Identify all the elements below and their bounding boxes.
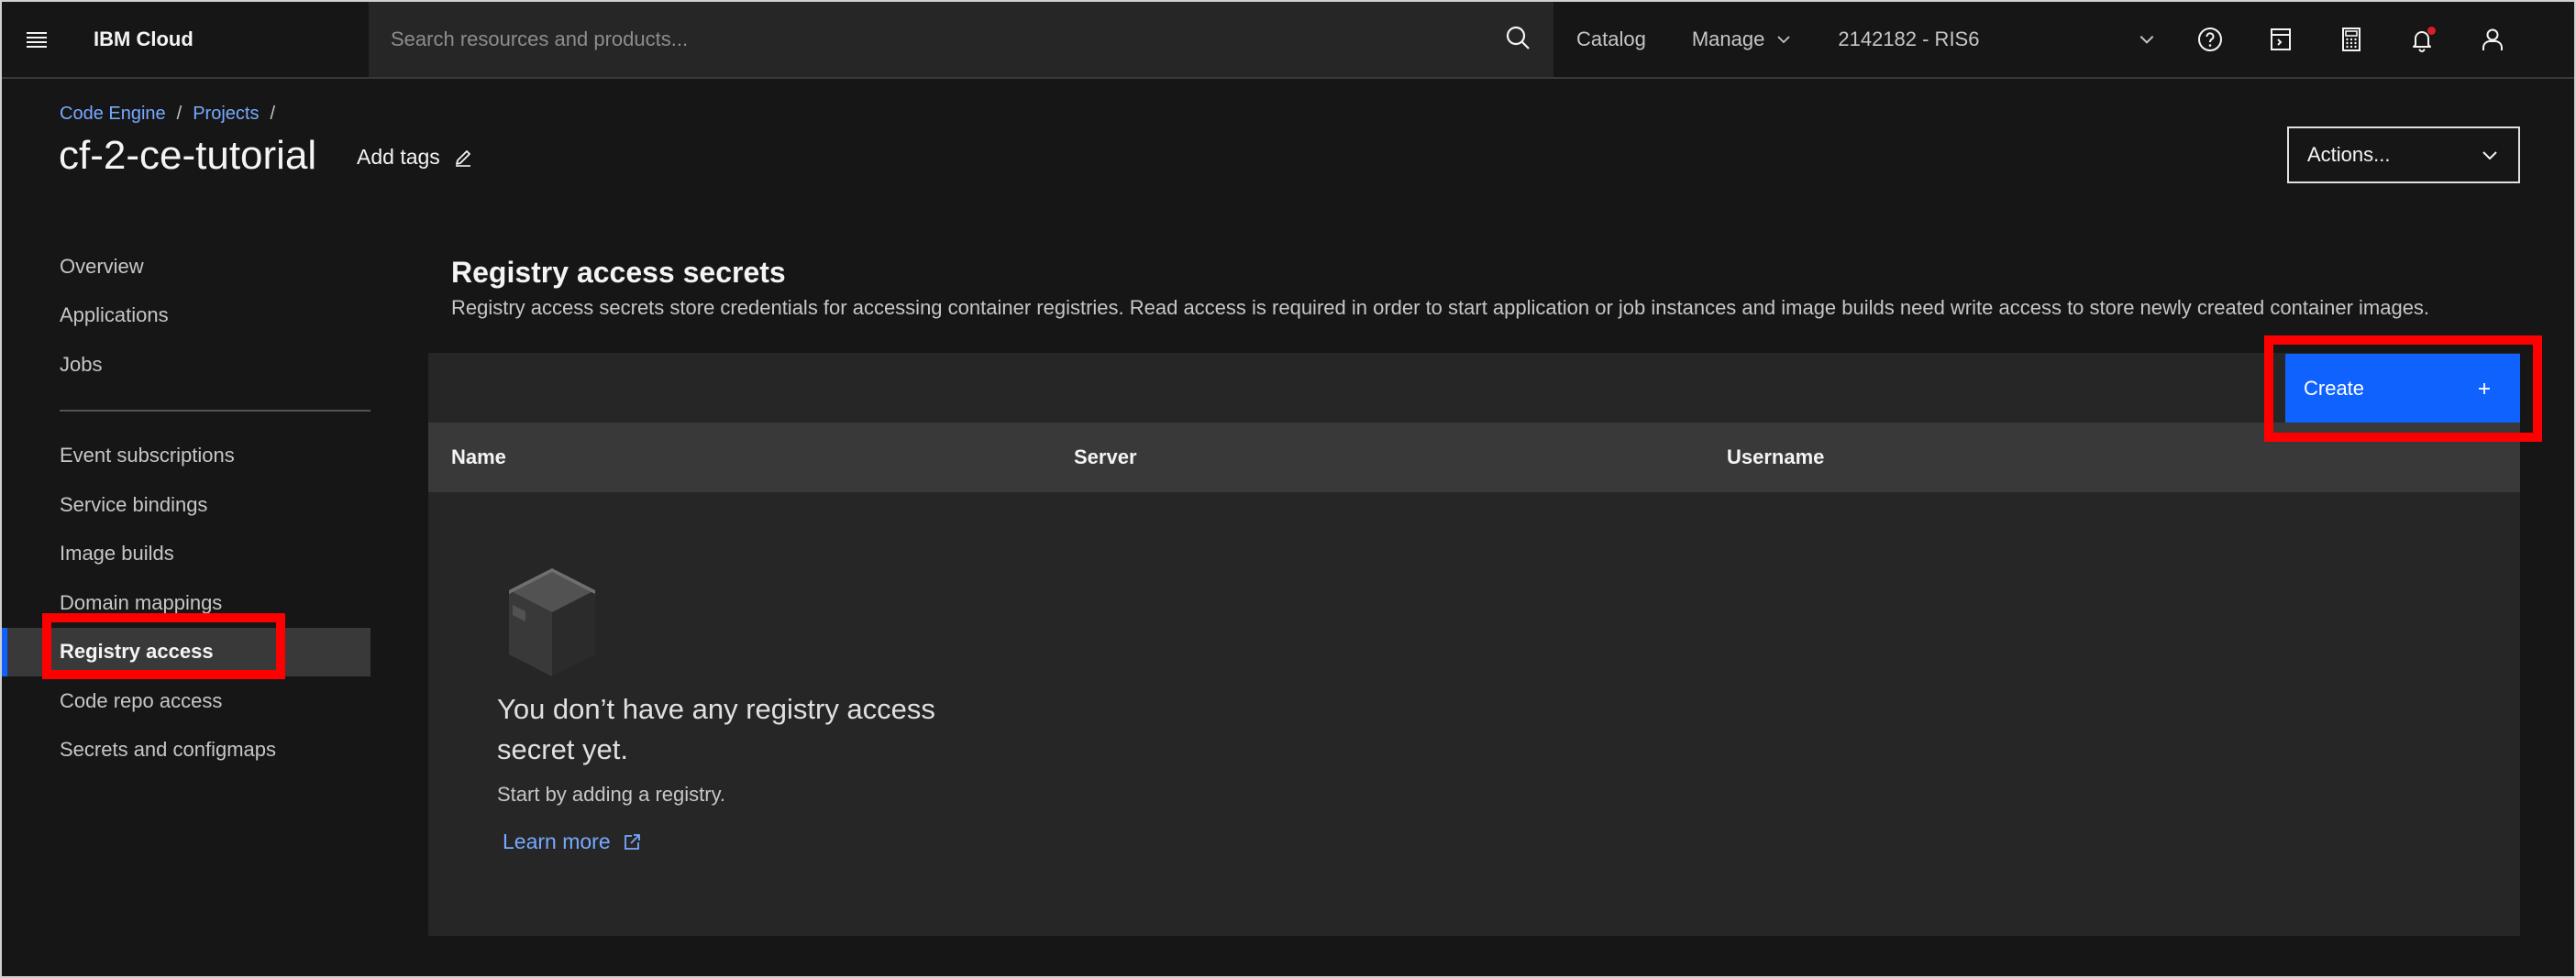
add-tags-button[interactable]: Add tags (357, 145, 473, 170)
sidebar-item-image-builds[interactable]: Image builds (2, 530, 370, 579)
sidebar-item-event-subscriptions[interactable]: Event subscriptions (2, 432, 370, 481)
catalog-link[interactable]: Catalog (1553, 27, 1669, 51)
cost-estimator-icon[interactable] (2245, 2, 2316, 77)
chevron-down-icon (2139, 35, 2154, 44)
sidebar-item-secrets-configmaps[interactable]: Secrets and configmaps (2, 726, 370, 775)
column-header-username[interactable]: Username (1727, 445, 1824, 469)
create-button[interactable]: Create (2285, 354, 2520, 423)
page-title: cf-2-ce-tutorial (59, 133, 317, 178)
sidebar-item-domain-mappings[interactable]: Domain mappings (2, 578, 370, 628)
calculator-icon[interactable] (2316, 2, 2386, 77)
notification-icon[interactable] (2386, 2, 2457, 77)
create-label: Create (2304, 377, 2365, 400)
sidebar-item-overview[interactable]: Overview (2, 242, 370, 291)
sidebar-divider (60, 409, 370, 412)
manage-menu[interactable]: Manage (1669, 27, 1816, 51)
breadcrumb-projects[interactable]: Projects (193, 104, 259, 125)
section-description: Registry access secrets store credential… (451, 296, 2430, 319)
breadcrumb: Code Engine / Projects / (60, 104, 275, 125)
breadcrumb-code-engine[interactable]: Code Engine (60, 104, 166, 125)
learn-more-label: Learn more (503, 830, 611, 853)
sidebar-item-registry-access[interactable]: Registry access (2, 627, 370, 676)
brand-name[interactable]: IBM Cloud (72, 27, 369, 51)
user-icon[interactable] (2457, 2, 2527, 77)
sidebar-item-service-bindings[interactable]: Service bindings (2, 480, 370, 530)
external-link-icon (624, 833, 640, 850)
search-bar[interactable]: Search resources and products... (369, 2, 1553, 77)
edit-icon (455, 149, 470, 167)
menu-icon[interactable] (2, 1, 72, 78)
breadcrumb-separator: / (270, 104, 276, 124)
table-header: Name Server Username (428, 423, 2520, 492)
help-icon[interactable] (2174, 2, 2245, 77)
account-switcher[interactable]: 2142182 - RIS6 (1815, 27, 2174, 51)
manage-label: Manage (1691, 27, 1765, 50)
sidebar-item-jobs[interactable]: Jobs (2, 340, 370, 390)
section-title: Registry access secrets (451, 256, 786, 289)
global-header: IBM Cloud Search resources and products.… (2, 2, 2574, 79)
breadcrumb-separator: / (176, 104, 182, 124)
sidebar-item-code-repo-access[interactable]: Code repo access (2, 676, 370, 726)
column-header-name[interactable]: Name (451, 445, 506, 469)
chevron-down-icon (1777, 36, 1790, 44)
learn-more-link[interactable]: Learn more (503, 830, 642, 854)
plus-icon (2479, 383, 2490, 394)
empty-state-subtitle: Start by adding a registry. (497, 783, 726, 806)
actions-dropdown[interactable]: Actions... (2287, 126, 2520, 183)
account-label: 2142182 - RIS6 (1838, 27, 1980, 50)
search-input[interactable]: Search resources and products... (391, 27, 688, 51)
add-tags-label: Add tags (357, 145, 440, 169)
actions-label: Actions... (2307, 143, 2391, 166)
box-icon (509, 568, 595, 676)
column-header-server[interactable]: Server (1074, 445, 1137, 469)
table-toolbar (428, 353, 2520, 423)
empty-state-title: You don’t have any registry access secre… (497, 693, 935, 765)
search-icon[interactable] (1504, 24, 1531, 56)
chevron-down-icon (2482, 151, 2497, 160)
project-sidebar: Overview Applications Jobs Event subscri… (2, 242, 370, 775)
sidebar-item-applications[interactable]: Applications (2, 291, 370, 341)
